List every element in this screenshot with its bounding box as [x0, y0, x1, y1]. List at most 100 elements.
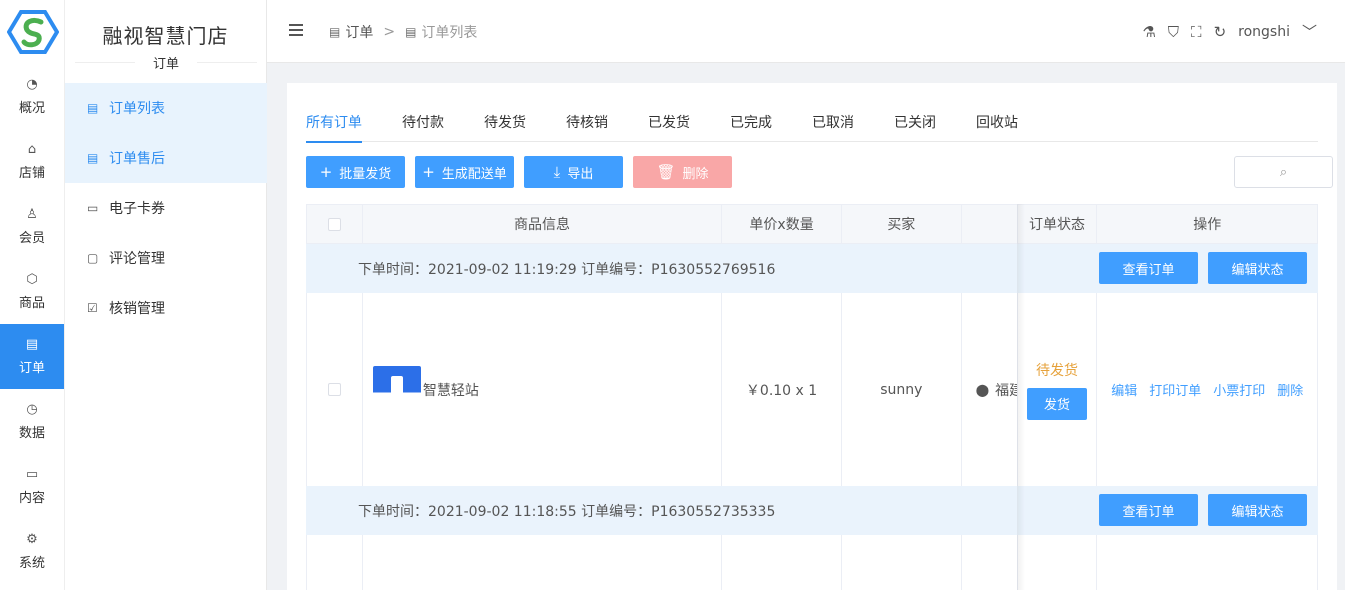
rail-item-system[interactable]: ⚙ 系统	[0, 519, 64, 584]
order-meta: 下单时间：2021-09-02 11:18:55 订单编号：P163055273…	[358, 503, 776, 520]
rail-item-products[interactable]: ⬡ 商品	[0, 259, 64, 324]
tab-completed[interactable]: 已完成	[730, 112, 772, 142]
menu-label: 核销管理	[109, 301, 165, 317]
dashboard-icon: ◔	[26, 77, 38, 92]
search-icon: ⌕	[1279, 164, 1288, 180]
buyer-name: sunny	[842, 293, 962, 486]
menu-label: 评论管理	[109, 251, 165, 267]
shirt-icon[interactable]: ⛉	[1168, 23, 1179, 41]
checkbox-icon: ☑	[87, 301, 98, 315]
tab-pending-payment[interactable]: 待付款	[402, 112, 444, 142]
row-select-cell	[307, 535, 363, 590]
delete-link[interactable]: 删除	[1277, 380, 1303, 399]
ship-button[interactable]: 发货	[1027, 387, 1088, 420]
product-cell: 智慧轻站	[363, 293, 723, 486]
comment-icon: ▢	[87, 251, 99, 265]
row-checkbox[interactable]	[327, 383, 341, 396]
card-icon: ▭	[87, 201, 99, 215]
user-icon: ♙	[26, 207, 38, 222]
trash-icon: 🗑	[656, 163, 676, 181]
edit-status-button[interactable]: 编辑状态	[1208, 494, 1307, 526]
pie-chart-icon: ◷	[26, 402, 38, 417]
clipboard-icon: ▤	[25, 337, 39, 352]
sub-sidebar: 融视智慧门店 订单 ▤ 订单列表 ▤ 订单售后 ▭ 电子卡券 ▢ 评论管理 ☑ 核销管理	[65, 0, 267, 590]
menu-label: 订单售后	[109, 151, 165, 167]
rail-label: 订单	[18, 361, 45, 376]
fullscreen-icon[interactable]: ⛶	[1191, 23, 1202, 41]
tab-cancelled[interactable]: 已取消	[812, 112, 854, 142]
edit-link[interactable]: 编辑	[1111, 380, 1137, 399]
breadcrumb-orders[interactable]: 订单	[345, 22, 373, 42]
download-icon: ⤓	[553, 163, 561, 181]
tab-pending-shipment[interactable]: 待发货	[484, 112, 526, 142]
rail-item-data[interactable]: ◷ 数据	[0, 389, 64, 454]
cube-icon: ⬡	[26, 272, 38, 287]
generate-delivery-button[interactable]: + 生成配送单	[415, 156, 514, 188]
edit-status-button[interactable]: 编辑状态	[1208, 252, 1307, 284]
status-badge: 待发货	[1036, 362, 1079, 379]
app-logo[interactable]	[0, 0, 65, 64]
menu-label: 订单列表	[109, 101, 165, 117]
tab-pending-verification[interactable]: 待核销	[566, 112, 608, 142]
rail-label: 系统	[18, 556, 45, 571]
username[interactable]: rongshi	[1238, 24, 1290, 40]
sub-menu: ▤ 订单列表 ▤ 订单售后 ▭ 电子卡券 ▢ 评论管理 ☑ 核销管理	[65, 83, 267, 333]
shop-icon: ⌂	[27, 142, 37, 157]
rail-label: 会员	[18, 231, 45, 246]
tab-all-orders[interactable]: 所有订单	[306, 112, 362, 143]
address-text: 福建	[995, 382, 1016, 399]
table-row	[306, 535, 1318, 590]
menu-item-verification[interactable]: ☑ 核销管理	[65, 283, 267, 333]
view-order-button[interactable]: 查看订单	[1099, 252, 1198, 284]
top-header: ▤ 订单 > ▤ 订单列表 ⚗ ⛉ ⛶ ↻ rongshi ﹀	[267, 0, 1345, 63]
chevron-down-icon[interactable]: ﹀	[1302, 21, 1317, 42]
column-order-status: 订单状态	[1018, 205, 1098, 243]
tab-closed[interactable]: 已关闭	[894, 112, 936, 142]
order-status-tabs: 所有订单 待付款 待发货 待核销 已发货 已完成 已取消 已关闭 回收站	[306, 112, 1318, 143]
rail-item-shop[interactable]: ⌂ 店铺	[0, 129, 64, 194]
button-label: 删除	[682, 166, 709, 182]
export-button[interactable]: ⤓ 导出	[524, 156, 623, 188]
breadcrumb: ▤ 订单 > ▤ 订单列表	[329, 22, 477, 42]
brush-icon[interactable]: ⚗	[1142, 23, 1155, 41]
breadcrumb-order-list: 订单列表	[421, 25, 478, 41]
actions-cell	[1097, 535, 1317, 590]
breadcrumb-separator: >	[383, 24, 396, 40]
batch-ship-button[interactable]: + 批量发货	[306, 156, 405, 188]
menu-item-reviews[interactable]: ▢ 评论管理	[65, 233, 267, 283]
product-name[interactable]: 智慧轻站	[423, 380, 479, 400]
rail-label: 概况	[18, 101, 45, 116]
delete-button[interactable]: 🗑 删除	[633, 156, 732, 188]
rail-label: 数据	[18, 426, 45, 441]
status-cell: 待发货 发货	[1018, 293, 1098, 486]
refresh-icon[interactable]: ↻	[1214, 23, 1227, 41]
print-order-link[interactable]: 打印订单	[1149, 380, 1201, 399]
rail-label: 店铺	[18, 166, 45, 181]
menu-item-order-list[interactable]: ▤ 订单列表	[65, 83, 267, 133]
print-receipt-link[interactable]: 小票打印	[1213, 380, 1265, 399]
order-group-header: 下单时间：2021-09-02 11:18:55 订单编号：P163055273…	[306, 486, 1318, 535]
table-header: 商品信息 单价x数量 买家 订单状态 操作	[306, 204, 1318, 244]
rail-item-content[interactable]: ▭ 内容	[0, 454, 64, 519]
view-order-button[interactable]: 查看订单	[1099, 494, 1198, 526]
menu-item-e-coupons[interactable]: ▭ 电子卡券	[65, 183, 267, 233]
rail-item-members[interactable]: ♙ 会员	[0, 194, 64, 259]
order-meta: 下单时间：2021-09-02 11:19:29 订单编号：P163055276…	[358, 261, 776, 278]
rail-label: 内容	[18, 491, 45, 506]
search-input[interactable]: ⌕	[1234, 156, 1333, 188]
menu-item-after-sales[interactable]: ▤ 订单售后	[65, 133, 267, 183]
rail-item-overview[interactable]: ◔ 概况	[0, 64, 64, 129]
tab-shipped[interactable]: 已发货	[648, 112, 690, 142]
buyer-cell	[842, 535, 962, 590]
column-product-info: 商品信息	[363, 205, 723, 243]
rail-label: 商品	[18, 296, 45, 311]
gear-icon: ⚙	[26, 532, 38, 547]
tab-recycle-bin[interactable]: 回收站	[976, 112, 1018, 142]
select-all-checkbox[interactable]	[327, 217, 341, 231]
rail-item-orders[interactable]: ▤ 订单	[0, 324, 64, 389]
address-cell: ⬤ 福建	[962, 293, 1018, 486]
select-all-cell	[307, 205, 363, 243]
product-thumbnail[interactable]	[372, 365, 421, 414]
menu-toggle-icon[interactable]	[289, 24, 303, 38]
plus-icon: +	[422, 163, 435, 181]
